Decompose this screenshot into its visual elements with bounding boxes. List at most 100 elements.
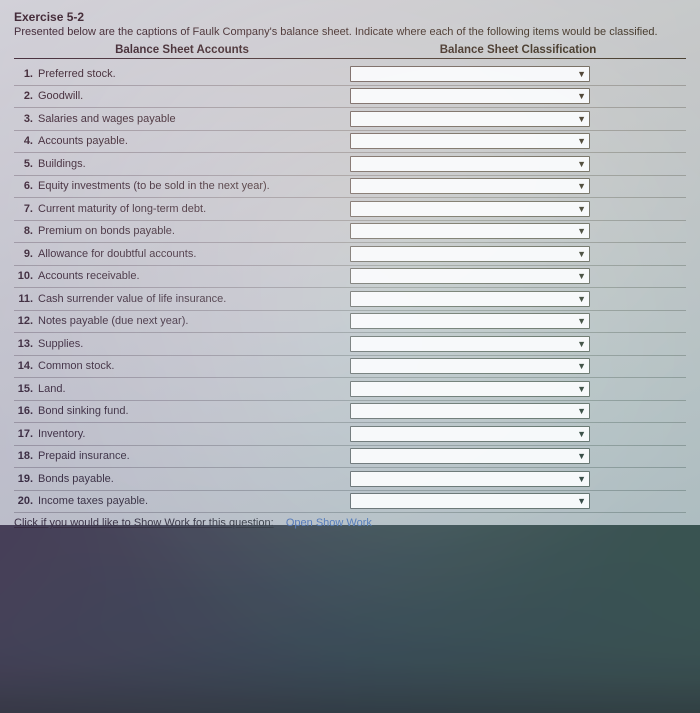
classification-select[interactable]: ▼ [350, 201, 590, 217]
classification-cell: ▼ [350, 156, 686, 172]
item-number: 14. [14, 360, 36, 372]
item-label: Equity investments (to be sold in the ne… [36, 180, 350, 192]
item-label: Preferred stock. [36, 68, 350, 80]
classification-select[interactable]: ▼ [350, 156, 590, 172]
classification-cell: ▼ [350, 201, 686, 217]
item-label: Land. [36, 383, 350, 395]
classification-cell: ▼ [350, 223, 686, 239]
classification-select[interactable]: ▼ [350, 358, 590, 374]
table-row: 15.Land. ▼ [14, 378, 686, 401]
classification-select[interactable]: ▼ [350, 426, 590, 442]
classification-select[interactable]: ▼ [350, 313, 590, 329]
item-rows: 1.Preferred stock.▼2.Goodwill.▼3.Salarie… [14, 63, 686, 513]
exercise-title: Exercise 5-2 [14, 10, 686, 24]
classification-select[interactable]: ▼ [350, 381, 590, 397]
item-number: 13. [14, 338, 36, 350]
table-row: 11.Cash surrender value of life insuranc… [14, 288, 686, 311]
item-number: 15. [14, 383, 36, 395]
item-label: Supplies. [36, 338, 350, 350]
classification-select[interactable]: ▼ [350, 336, 590, 352]
chevron-down-icon: ▼ [577, 384, 586, 394]
classification-select[interactable]: ▼ [350, 268, 590, 284]
table-row: 5.Buildings.▼ [14, 153, 686, 176]
item-label: Allowance for doubtful accounts. [36, 248, 350, 260]
item-number: 18. [14, 450, 36, 462]
classification-select[interactable]: ▼ [350, 133, 590, 149]
show-work-footer: Click if you would like to Show Work for… [14, 517, 686, 529]
classification-select[interactable]: ▼ [350, 403, 590, 419]
header-accounts: Balance Sheet Accounts [14, 44, 350, 59]
classification-select[interactable]: ▼ [350, 178, 590, 194]
item-number: 6. [14, 180, 36, 192]
item-label: Accounts payable. [36, 135, 350, 147]
classification-cell: ▼ [350, 336, 686, 352]
chevron-down-icon: ▼ [577, 361, 586, 371]
item-number: 11. [14, 293, 36, 305]
table-row: 2.Goodwill.▼ [14, 86, 686, 109]
item-number: 16. [14, 405, 36, 417]
exercise-page: Exercise 5-2 Presented below are the cap… [0, 0, 700, 525]
classification-select[interactable]: ▼ [350, 66, 590, 82]
item-label: Bond sinking fund. [36, 405, 350, 417]
chevron-down-icon: ▼ [577, 226, 586, 236]
item-label: Notes payable (due next year). [36, 315, 350, 327]
classification-cell: ▼ [350, 268, 686, 284]
table-row: 8.Premium on bonds payable. ▼ [14, 221, 686, 244]
table-row: 10.Accounts receivable.▼ [14, 266, 686, 289]
table-row: 7.Current maturity of long-term debt.▼ [14, 198, 686, 221]
classification-cell: ▼ [350, 381, 686, 397]
item-number: 9. [14, 248, 36, 260]
chevron-down-icon: ▼ [577, 451, 586, 461]
chevron-down-icon: ▼ [577, 474, 586, 484]
classification-select[interactable]: ▼ [350, 88, 590, 104]
table-row: 1.Preferred stock.▼ [14, 63, 686, 86]
classification-select[interactable]: ▼ [350, 471, 590, 487]
table-row: 14.Common stock. ▼ [14, 356, 686, 379]
classification-select[interactable]: ▼ [350, 246, 590, 262]
open-show-work-link[interactable]: Open Show Work [286, 517, 372, 529]
item-label: Common stock. [36, 360, 350, 372]
table-row: 16.Bond sinking fund. ▼ [14, 401, 686, 424]
show-work-lead: Click if you would like to Show Work for… [14, 517, 274, 529]
item-number: 10. [14, 270, 36, 282]
item-number: 19. [14, 473, 36, 485]
table-row: 6.Equity investments (to be sold in the … [14, 176, 686, 199]
classification-cell: ▼ [350, 291, 686, 307]
chevron-down-icon: ▼ [577, 181, 586, 191]
item-label: Premium on bonds payable. [36, 225, 350, 237]
table-row: 13.Supplies.▼ [14, 333, 686, 356]
table-row: 19.Bonds payable. ▼ [14, 468, 686, 491]
chevron-down-icon: ▼ [577, 91, 586, 101]
classification-cell: ▼ [350, 403, 686, 419]
exercise-prompt: Presented below are the captions of Faul… [14, 26, 686, 38]
classification-cell: ▼ [350, 88, 686, 104]
item-number: 8. [14, 225, 36, 237]
classification-select[interactable]: ▼ [350, 493, 590, 509]
classification-select[interactable]: ▼ [350, 291, 590, 307]
header-classification: Balance Sheet Classification [350, 44, 686, 59]
chevron-down-icon: ▼ [577, 114, 586, 124]
item-number: 5. [14, 158, 36, 170]
item-number: 3. [14, 113, 36, 125]
classification-cell: ▼ [350, 66, 686, 82]
chevron-down-icon: ▼ [577, 429, 586, 439]
classification-cell: ▼ [350, 178, 686, 194]
item-number: 7. [14, 203, 36, 215]
item-label: Bonds payable. [36, 473, 350, 485]
table-row: 3.Salaries and wages payable▼ [14, 108, 686, 131]
classification-cell: ▼ [350, 426, 686, 442]
chevron-down-icon: ▼ [577, 271, 586, 281]
item-number: 2. [14, 90, 36, 102]
classification-select[interactable]: ▼ [350, 223, 590, 239]
item-label: Current maturity of long-term debt. [36, 203, 350, 215]
classification-cell: ▼ [350, 471, 686, 487]
classification-cell: ▼ [350, 133, 686, 149]
item-label: Cash surrender value of life insurance. [36, 293, 350, 305]
classification-select[interactable]: ▼ [350, 111, 590, 127]
item-label: Inventory. [36, 428, 350, 440]
chevron-down-icon: ▼ [577, 406, 586, 416]
chevron-down-icon: ▼ [577, 294, 586, 304]
item-number: 12. [14, 315, 36, 327]
classification-select[interactable]: ▼ [350, 448, 590, 464]
column-headers: Balance Sheet Accounts Balance Sheet Cla… [14, 44, 686, 59]
